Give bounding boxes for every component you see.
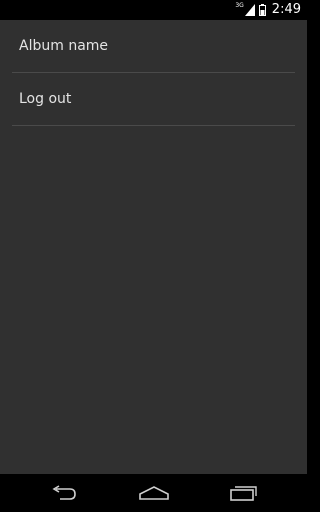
network-type-label: 3G bbox=[235, 2, 244, 9]
back-button[interactable] bbox=[34, 474, 94, 512]
recent-apps-button[interactable] bbox=[214, 474, 274, 512]
list-item-album-name[interactable]: Album name bbox=[0, 20, 307, 72]
signal-icon bbox=[244, 4, 255, 16]
divider bbox=[12, 125, 295, 126]
settings-list: Album name Log out bbox=[0, 20, 307, 474]
navigation-bar bbox=[0, 474, 307, 512]
home-button[interactable] bbox=[124, 474, 184, 512]
clock: 2:49 bbox=[271, 2, 301, 17]
list-item-label: Log out bbox=[19, 91, 72, 107]
recent-apps-icon bbox=[230, 485, 258, 501]
screen: 3G 2:49 Album name Log out bbox=[0, 0, 307, 512]
home-icon bbox=[139, 486, 169, 500]
list-item-log-out[interactable]: Log out bbox=[0, 73, 307, 125]
status-bar: 3G 2:49 bbox=[0, 0, 307, 20]
back-icon bbox=[50, 485, 78, 501]
list-item-label: Album name bbox=[19, 38, 109, 54]
battery-icon bbox=[258, 4, 266, 16]
